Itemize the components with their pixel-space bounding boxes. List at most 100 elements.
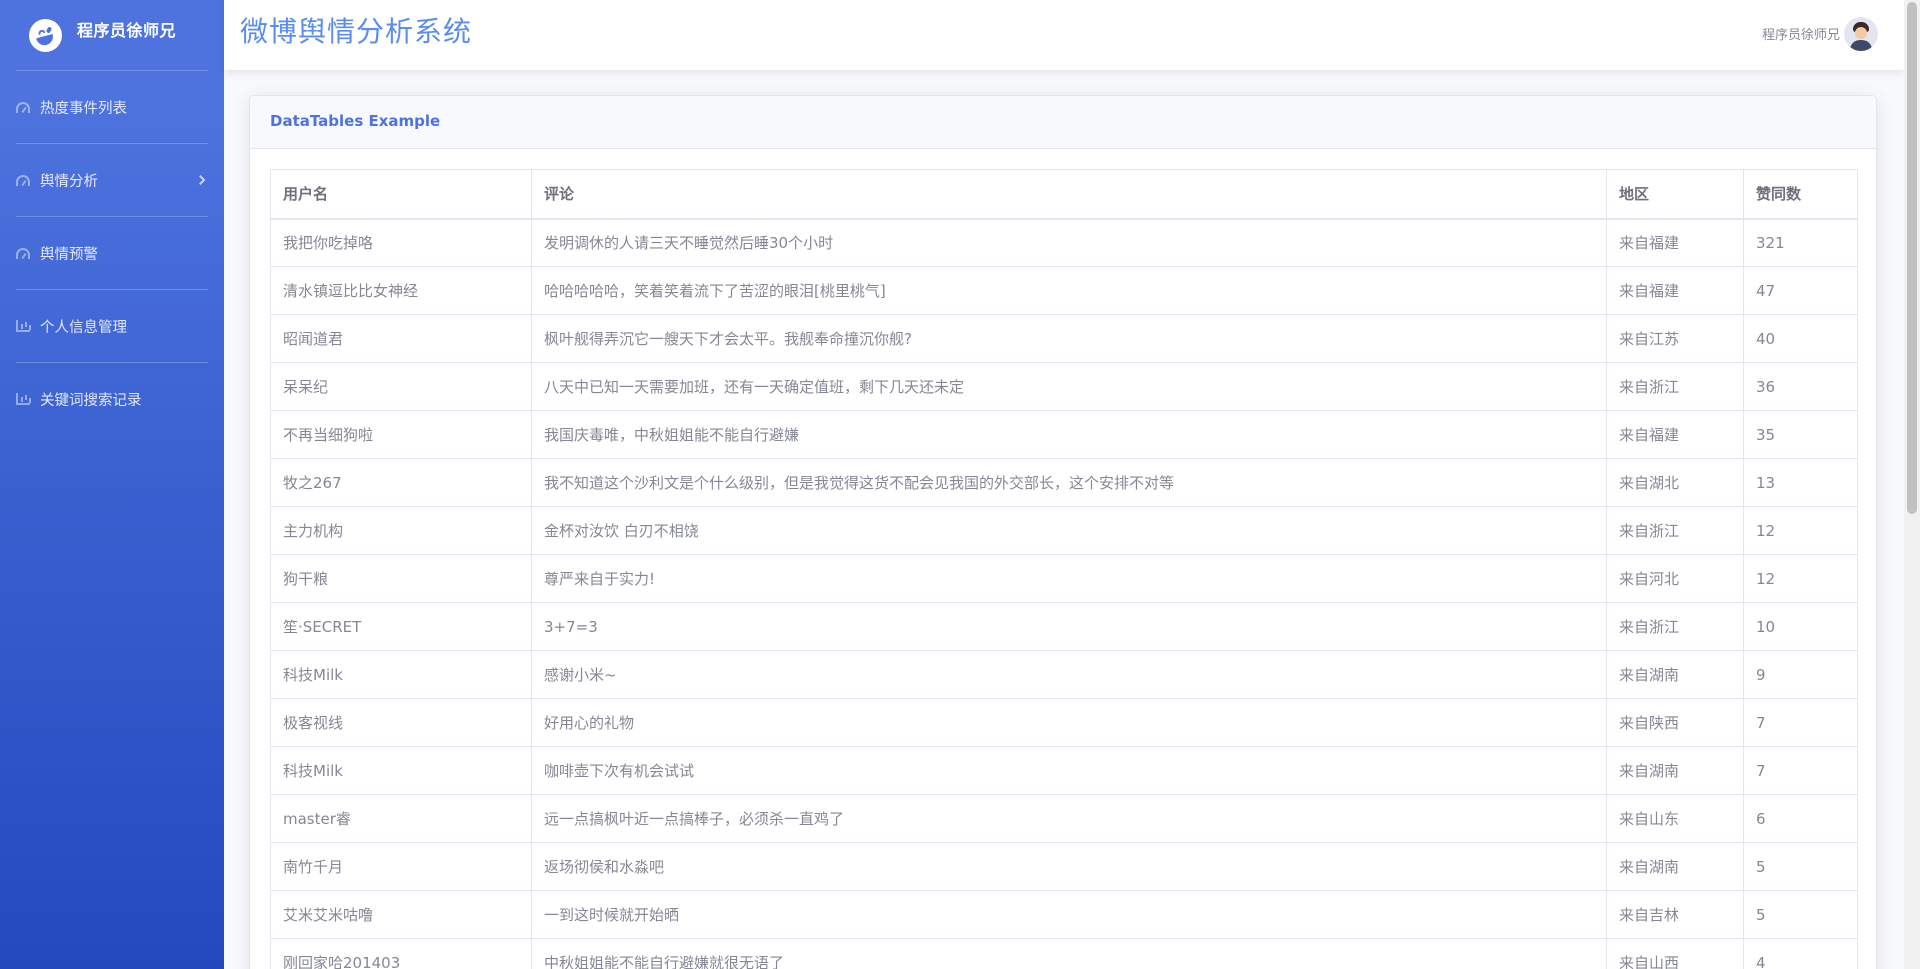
cell-username: 刚回家哈201403 [270,938,532,969]
cell-likes: 5 [1743,842,1858,891]
table-row: 我把你吃掉咯 发明调休的人请三天不睡觉然后睡30个小时 来自福建 321 [270,218,1858,267]
cell-comment: 我不知道这个沙利文是个什么级别，但是我觉得这货不配会见我国的外交部长，这个安排不… [531,458,1607,507]
user-name[interactable]: 程序员徐师兄 [1762,24,1840,43]
table-row: 艾米艾米咕噜 一到这时候就开始晒 来自吉林 5 [270,890,1858,939]
cell-username: 南竹千月 [270,842,532,891]
cell-username: 主力机构 [270,506,532,555]
cell-likes: 7 [1743,698,1858,747]
table-row: 主力机构 金杯对汝饮 白刃不相饶 来自浙江 12 [270,506,1858,555]
scrollbar-thumb[interactable] [1907,2,1917,514]
cell-username: 我把你吃掉咯 [270,218,532,267]
sidebar-item-label: 舆情分析 [40,173,98,190]
table-row: 牧之267 我不知道这个沙利文是个什么级别，但是我觉得这货不配会见我国的外交部长，… [270,458,1858,507]
tachometer-icon [16,174,30,186]
cell-region: 来自浙江 [1606,602,1744,651]
cell-likes: 12 [1743,506,1858,555]
cell-comment: 我国庆毒唯，中秋姐姐能不能自行避嫌 [531,410,1607,459]
cell-likes: 13 [1743,458,1858,507]
sidebar-item-opinion-analysis[interactable]: 舆情分析 [0,144,224,216]
column-header-region[interactable]: 地区 [1606,169,1744,220]
sidebar-item-label: 关键词搜索记录 [40,392,142,409]
brand-link[interactable]: 程序员徐师兄 [0,0,224,70]
cell-comment: 远一点搞枫叶近一点搞棒子，必须杀一直鸡了 [531,794,1607,843]
sidebar-item-label: 热度事件列表 [40,100,127,117]
cell-region: 来自福建 [1606,266,1744,315]
cell-likes: 9 [1743,650,1858,699]
sidebar-item-profile[interactable]: 个人信息管理 [0,290,224,362]
page-scrollbar[interactable] [1904,0,1920,969]
table-row: 科技Milk 咖啡壶下次有机会试试 来自湖南 7 [270,746,1858,795]
brand-name: 程序员徐师兄 [77,21,177,40]
table-row: 清水镇逗比比女神经 哈哈哈哈哈，笑着笑着流下了苦涩的眼泪[桃里桃气] 来自福建 47 [270,266,1858,315]
cell-region: 来自山东 [1606,794,1744,843]
cell-region: 来自山西 [1606,938,1744,969]
table-row: 呆呆纪 八天中已知一天需要加班，还有一天确定值班，剩下几天还未定 来自浙江 36 [270,362,1858,411]
table-row: 狗干粮 尊严来自于实力! 来自河北 12 [270,554,1858,603]
cell-comment: 哈哈哈哈哈，笑着笑着流下了苦涩的眼泪[桃里桃气] [531,266,1607,315]
table-row: 笙·SECRET 3+7=3 来自浙江 10 [270,602,1858,651]
column-header-comment[interactable]: 评论 [531,169,1607,220]
avatar[interactable] [1844,17,1878,51]
column-header-username[interactable]: 用户名 [270,169,532,220]
cell-comment: 金杯对汝饮 白刃不相饶 [531,506,1607,555]
column-header-likes[interactable]: 赞同数 [1743,169,1858,220]
cell-likes: 10 [1743,602,1858,651]
cell-region: 来自陕西 [1606,698,1744,747]
cell-comment: 一到这时候就开始晒 [531,890,1607,939]
cell-username: 科技Milk [270,650,532,699]
cell-username: 科技Milk [270,746,532,795]
table-row: 刚回家哈201403 中秋姐姐能不能自行避嫌就很无语了 来自山西 4 [270,938,1858,969]
cell-comment: 3+7=3 [531,602,1607,651]
table-body: 我把你吃掉咯 发明调休的人请三天不睡觉然后睡30个小时 来自福建 321 清水镇逗比比女… [270,218,1858,969]
cell-likes: 47 [1743,266,1858,315]
cell-username: master睿 [270,794,532,843]
cell-comment: 返场彻侯和水淼吧 [531,842,1607,891]
cell-username: 不再当细狗啦 [270,410,532,459]
page-title: 微博舆情分析系统 [240,15,473,48]
topbar: 微博舆情分析系统 程序员徐师兄 [224,0,1904,70]
comments-table: 用户名 评论 地区 赞同数 我把你吃掉咯 发明调休的人请三天不睡觉然后睡30个小时… [270,169,1858,969]
cell-username: 笙·SECRET [270,602,532,651]
laugh-wink-icon [29,19,62,52]
cell-likes: 12 [1743,554,1858,603]
cell-likes: 4 [1743,938,1858,969]
cell-region: 来自浙江 [1606,506,1744,555]
table-row: 不再当细狗啦 我国庆毒唯，中秋姐姐能不能自行避嫌 来自福建 35 [270,410,1858,459]
table-row: 科技Milk 感谢小米~ 来自湖南 9 [270,650,1858,699]
cell-username: 艾米艾米咕噜 [270,890,532,939]
cell-username: 清水镇逗比比女神经 [270,266,532,315]
sidebar-item-opinion-warning[interactable]: 舆情预警 [0,217,224,289]
table-row: 南竹千月 返场彻侯和水淼吧 来自湖南 5 [270,842,1858,891]
cell-region: 来自江苏 [1606,314,1744,363]
tachometer-icon [16,247,30,259]
cell-comment: 感谢小米~ [531,650,1607,699]
cell-region: 来自湖南 [1606,650,1744,699]
chevron-right-icon [195,175,206,185]
cell-region: 来自福建 [1606,218,1744,267]
cell-comment: 中秋姐姐能不能自行避嫌就很无语了 [531,938,1607,969]
cell-likes: 321 [1743,218,1858,267]
cell-comment: 八天中已知一天需要加班，还有一天确定值班，剩下几天还未定 [531,362,1607,411]
cell-username: 昭闻道君 [270,314,532,363]
table-header-row: 用户名 评论 地区 赞同数 [270,169,1858,220]
cell-comment: 发明调休的人请三天不睡觉然后睡30个小时 [531,218,1607,267]
cell-likes: 6 [1743,794,1858,843]
cell-region: 来自湖南 [1606,746,1744,795]
card-body: 用户名 评论 地区 赞同数 我把你吃掉咯 发明调休的人请三天不睡觉然后睡30个小时… [250,149,1876,969]
cell-region: 来自河北 [1606,554,1744,603]
sidebar-item-label: 舆情预警 [40,246,98,263]
cell-username: 极客视线 [270,698,532,747]
cell-username: 呆呆纪 [270,362,532,411]
cell-region: 来自福建 [1606,410,1744,459]
cell-likes: 5 [1743,890,1858,939]
cell-likes: 40 [1743,314,1858,363]
cell-username: 牧之267 [270,458,532,507]
sidebar-item-keyword-history[interactable]: 关键词搜索记录 [0,363,224,435]
data-table-card: DataTables Example 用户名 评论 地区 赞同数 我把你吃掉咯发… [249,95,1877,969]
cell-region: 来自吉林 [1606,890,1744,939]
chart-area-icon [16,393,30,405]
cell-likes: 36 [1743,362,1858,411]
cell-comment: 好用心的礼物 [531,698,1607,747]
sidebar-item-hot-events[interactable]: 热度事件列表 [0,71,224,143]
cell-likes: 7 [1743,746,1858,795]
